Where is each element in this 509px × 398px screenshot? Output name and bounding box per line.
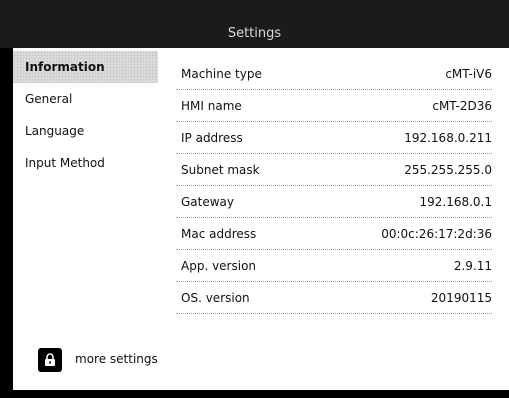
info-label: Machine type <box>181 67 262 81</box>
info-row-gateway: Gateway 192.168.0.1 <box>176 186 492 218</box>
info-label: Mac address <box>181 227 257 241</box>
info-value: 20190115 <box>430 291 492 305</box>
info-value: 00:0c:26:17:2d:36 <box>381 227 492 241</box>
sidebar-item-information[interactable]: Information <box>13 51 158 83</box>
sidebar-item-label: General <box>25 92 73 106</box>
info-label: IP address <box>181 131 243 145</box>
info-value: 255.255.255.0 <box>404 163 492 177</box>
info-label: Gateway <box>181 195 235 209</box>
info-label: OS. version <box>181 291 250 305</box>
information-list: Machine type cMT-iV6 HMI name cMT-2D36 I… <box>176 58 492 314</box>
sidebar: Information General Language Input Metho… <box>13 48 158 390</box>
title-bar: Settings <box>0 0 509 48</box>
info-value: 192.168.0.211 <box>404 131 492 145</box>
sidebar-item-label: Information <box>25 60 105 74</box>
device-screen: Settings Information General Language In… <box>0 0 509 398</box>
info-row-machine-type: Machine type cMT-iV6 <box>176 58 492 90</box>
page-title: Settings <box>227 26 282 41</box>
info-row-ip-address: IP address 192.168.0.211 <box>176 122 492 154</box>
more-settings-label: more settings <box>75 352 158 366</box>
info-value: cMT-iV6 <box>445 67 492 81</box>
info-value: cMT-2D36 <box>432 99 492 113</box>
sidebar-item-label: Input Method <box>25 156 105 170</box>
info-row-subnet-mask: Subnet mask 255.255.255.0 <box>176 154 492 186</box>
sidebar-item-input-method[interactable]: Input Method <box>13 147 158 179</box>
info-row-hmi-name: HMI name cMT-2D36 <box>176 90 492 122</box>
info-value: 192.168.0.1 <box>419 195 492 209</box>
info-label: App. version <box>181 259 257 273</box>
info-value: 2.9.11 <box>453 259 492 273</box>
info-row-os-version: OS. version 20190115 <box>176 282 492 314</box>
sidebar-item-general[interactable]: General <box>13 83 158 115</box>
lock-icon <box>38 348 62 372</box>
divider <box>158 48 159 390</box>
info-label: HMI name <box>181 99 242 113</box>
sidebar-item-label: Language <box>25 124 85 138</box>
info-row-mac-address: Mac address 00:0c:26:17:2d:36 <box>176 218 492 250</box>
info-row-app-version: App. version 2.9.11 <box>176 250 492 282</box>
info-label: Subnet mask <box>181 163 260 177</box>
sidebar-item-language[interactable]: Language <box>13 115 158 147</box>
settings-panel: Information General Language Input Metho… <box>13 48 509 390</box>
